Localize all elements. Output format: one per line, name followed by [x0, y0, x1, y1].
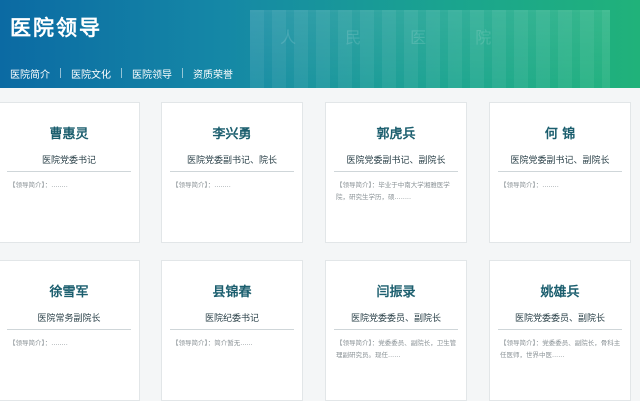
page-title: 医院领导: [10, 16, 102, 40]
leader-card[interactable]: 闫振录 医院党委委员、副院长 【领导简介】：党委委员、副院长，卫生管理副研究员。…: [325, 260, 467, 401]
leader-card[interactable]: 何 锦 医院党委副书记、副院长 【领导简介】：........: [489, 102, 631, 243]
page-banner: 人 民 医 院 医院领导 医院简介 医院文化 医院领导 资质荣誉: [0, 0, 640, 88]
leader-description: 【领导简介】：党委委员、副院长，骨科主任医师，世界中医......: [500, 339, 621, 359]
leader-card[interactable]: 县锦春 医院纪委书记 【领导简介】：简介暂无......: [161, 260, 303, 401]
leader-description: 【领导简介】：........: [9, 181, 68, 189]
leader-card[interactable]: 郭虎兵 医院党委副书记、副院长 【领导简介】：毕业于中南大学湘雅医学院，研究生学…: [325, 102, 467, 243]
leader-role: 医院党委副书记、副院长: [510, 156, 610, 166]
leader-description: 【领导简介】：党委委员、副院长，卫生管理副研究员。现任......: [336, 339, 457, 359]
leader-name: 曹惠灵: [49, 127, 89, 142]
leader-name: 李兴勇: [212, 127, 252, 142]
leader-role: 医院党委委员、副院长: [514, 314, 605, 324]
leader-name: 徐雪军: [49, 285, 89, 300]
leader-card[interactable]: 姚雄兵 医院党委委员、副院长 【领导简介】：党委委员、副院长，骨科主任医师，世界…: [489, 260, 631, 401]
card-divider: [334, 329, 458, 330]
leader-name: 何 锦: [544, 127, 576, 142]
leader-card[interactable]: 曹惠灵 医院党委书记 【领导简介】：........: [0, 102, 140, 243]
leader-role: 医院常务副院长: [37, 314, 101, 324]
leader-description: 【领导简介】：简介暂无......: [172, 339, 253, 347]
subnav-item-hospital-culture[interactable]: 医院文化: [61, 66, 121, 81]
leader-description: 【领导简介】：毕业于中南大学湘雅医学院，研究生学历，硕........: [336, 181, 450, 201]
subnav-item-qualifications[interactable]: 资质荣誉: [183, 66, 243, 81]
leader-role: 医院党委委员、副院长: [350, 314, 441, 324]
subnav-item-hospital-leaders[interactable]: 医院领导: [122, 66, 182, 81]
leader-role: 医院党委副书记、副院长: [346, 156, 446, 166]
leader-name: 县锦春: [212, 285, 252, 300]
card-divider: [7, 171, 131, 172]
sub-navigation: 医院简介 医院文化 医院领导 资质荣誉: [0, 60, 243, 86]
leader-card[interactable]: 徐雪军 医院常务副院长 【领导简介】：........: [0, 260, 140, 401]
leader-description: 【领导简介】：........: [9, 339, 68, 347]
leader-name: 郭虎兵: [376, 127, 416, 142]
leader-role: 医院纪委书记: [204, 314, 259, 324]
card-divider: [334, 171, 458, 172]
leader-description: 【领导简介】：........: [500, 181, 559, 189]
subnav-item-hospital-intro[interactable]: 医院简介: [0, 66, 60, 81]
leader-role: 医院党委副书记、院长: [186, 156, 277, 166]
leader-role: 医院党委书记: [41, 156, 96, 166]
card-divider: [170, 329, 294, 330]
leader-description: 【领导简介】：........: [172, 181, 231, 189]
card-divider: [7, 329, 131, 330]
card-divider: [498, 329, 622, 330]
leader-name: 闫振录: [376, 285, 416, 300]
card-divider: [498, 171, 622, 172]
card-divider: [170, 171, 294, 172]
leader-name: 姚雄兵: [540, 285, 580, 300]
banner-building-image: [250, 10, 610, 88]
leader-card[interactable]: 李兴勇 医院党委副书记、院长 【领导简介】：........: [161, 102, 303, 243]
banner-building-sign: 人 民 医 院: [280, 28, 514, 46]
